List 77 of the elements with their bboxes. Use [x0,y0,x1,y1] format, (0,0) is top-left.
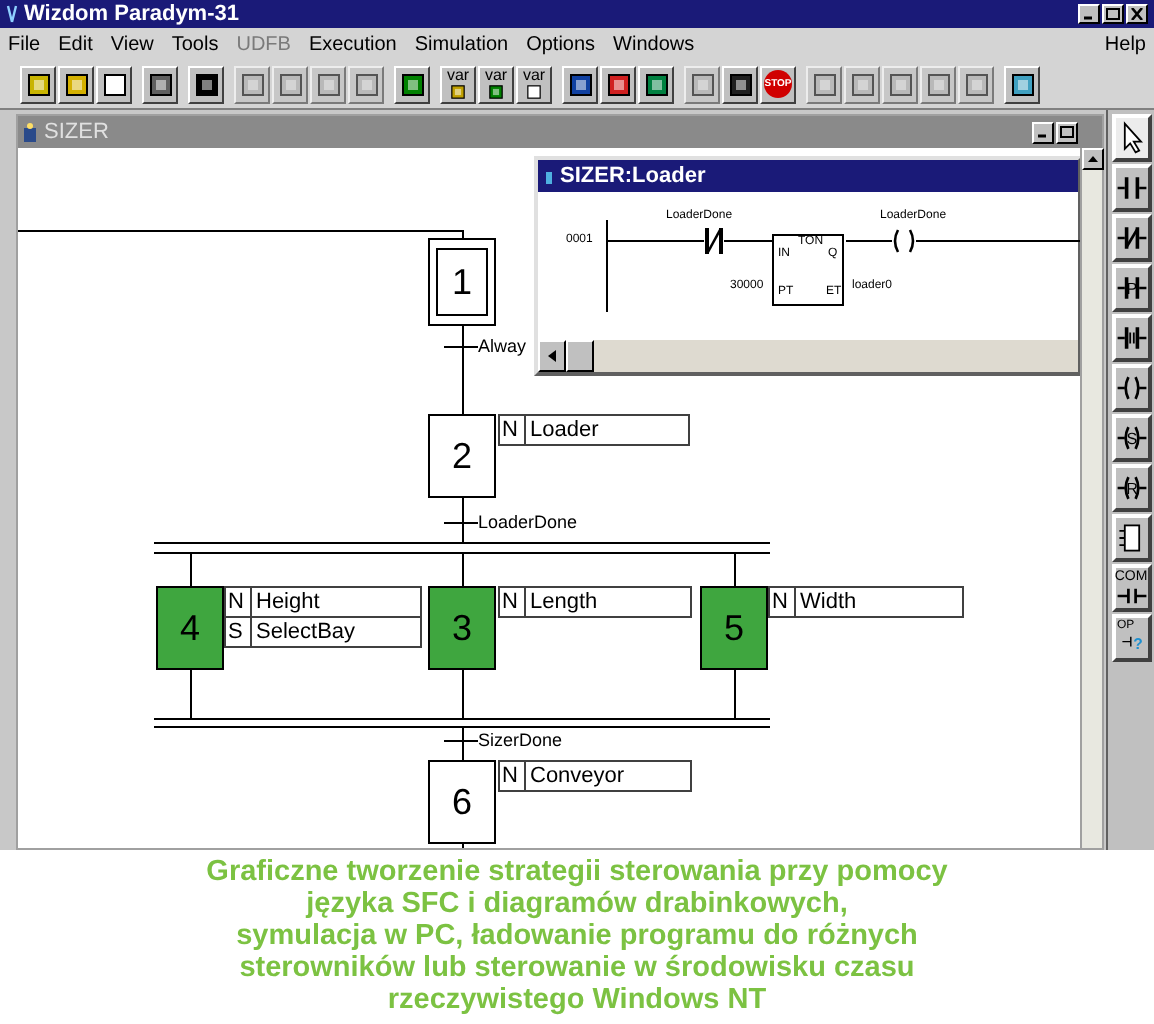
action-block[interactable]: S SelectBay [224,616,422,648]
sfc-step[interactable]: 3 [428,586,496,670]
toolbar-button[interactable] [722,65,758,103]
action-name: Length [528,588,598,616]
toolbar-button[interactable]: var [478,65,514,103]
toolbar-button[interactable] [188,65,224,103]
palette-button[interactable] [1111,114,1151,162]
sfc-step[interactable]: 4 [156,586,224,670]
action-qualifier: N [500,762,526,790]
action-name: SelectBay [254,618,356,646]
ladder-title: SIZER:Loader [560,161,706,192]
transition-label: SizerDone [478,728,563,752]
toolbar-button[interactable] [20,65,56,103]
action-name: Height [254,588,320,616]
maximize-button[interactable] [1102,4,1124,24]
menu-item[interactable]: File [8,29,41,59]
action-qualifier: N [500,588,526,616]
document-icon [544,166,554,186]
menu-item[interactable]: Tools [171,29,219,59]
close-icon [1130,8,1144,20]
toolbar-button[interactable]: var [516,65,552,103]
toolbar-button[interactable] [142,65,178,103]
scroll-thumb[interactable] [566,340,594,372]
action-name: Loader [528,416,599,444]
toolbar-button[interactable] [638,65,674,103]
palette-button[interactable] [1111,164,1151,212]
up-arrow-icon [1088,156,1098,162]
menu-item[interactable]: Windows [613,29,695,59]
action-qualifier: S [226,618,252,646]
left-arrow-icon [548,350,556,362]
action-name: Conveyor [528,762,625,790]
app-icon [6,4,18,24]
action-block[interactable]: N Height [224,586,422,618]
action-qualifier: N [500,416,526,444]
toolbar-button[interactable]: var [440,65,476,103]
close-button[interactable] [1126,4,1148,24]
toolbar-button[interactable] [394,65,430,103]
action-block[interactable]: N Length [498,586,692,618]
caption: Graficzne tworzenie strategii sterowania przy pomocy języka SFC i diagramów drabinkowych, symulacja w PC, ładowanie programu do różnych sterowników lub sterowanie w środowisku czasu rzeczywistego Windows NT [204,854,950,1020]
menu-item[interactable]: Options [526,29,596,59]
window-title: Wizdom Paradym-31 [24,2,239,26]
action-name: Width [798,588,857,616]
action-block[interactable]: N Loader [498,414,690,446]
scroll-left-button[interactable] [538,340,566,372]
vertical-scrollbar[interactable] [1080,148,1102,848]
document-title: SIZER [44,117,109,148]
toolbar-button[interactable] [96,65,132,103]
sfc-step[interactable]: 1 [428,238,496,326]
toolbar-button[interactable] [562,65,598,103]
menu-item[interactable]: Edit [58,29,93,59]
palette-button[interactable] [1111,214,1151,262]
maximize-icon [1060,126,1074,138]
maximize-icon [1106,8,1120,20]
transition-label: LoaderDone [478,510,578,534]
horizontal-scrollbar[interactable] [538,340,1078,372]
toolbar-button[interactable] [600,65,636,103]
scroll-up-button[interactable] [1082,148,1104,170]
transition-label: Alway [478,334,527,358]
sfc-step[interactable]: 2 [428,414,496,498]
menu-item[interactable]: Help [1104,29,1146,59]
sfc-step[interactable]: 6 [428,760,496,844]
toolbar-button[interactable] [58,65,94,103]
action-qualifier: N [770,588,796,616]
maximize-button[interactable] [1056,121,1078,143]
toolbar-button[interactable] [1004,65,1040,103]
menu-item[interactable]: Execution [308,29,397,59]
palette-button[interactable] [1111,314,1151,362]
palette-button[interactable] [1111,364,1151,412]
minimize-button[interactable] [1032,121,1054,143]
sfc-step[interactable]: 5 [700,586,768,670]
action-block[interactable]: N Conveyor [498,760,692,792]
minimize-button[interactable] [1078,4,1100,24]
menu-item[interactable]: View [110,29,154,59]
palette-button[interactable] [1111,514,1151,562]
action-block[interactable]: N Width [768,586,964,618]
menu-item[interactable]: Simulation [414,29,509,59]
document-icon [22,121,38,143]
